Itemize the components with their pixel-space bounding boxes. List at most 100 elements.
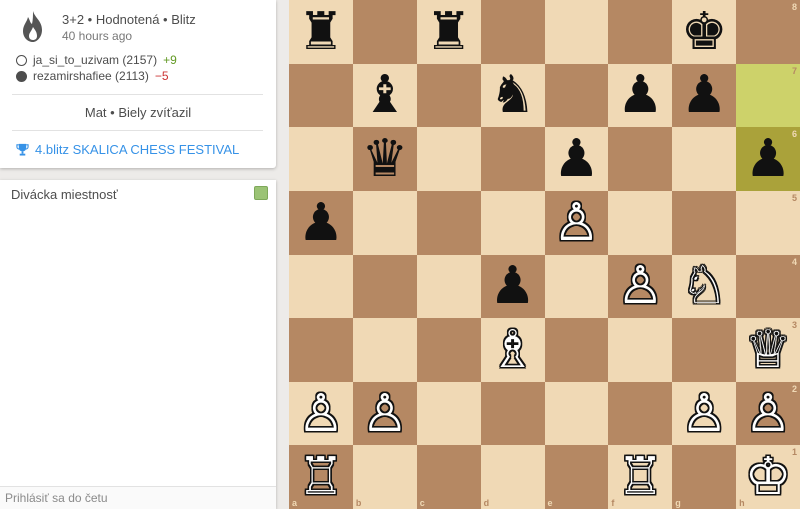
chess-board[interactable]: ♜ ♜ ♚ 8 ♝ ♞ ♟ ♟ 7 ♛ ♟ 6 ♟ ♟ ♙ 5 ♟ ♙ ♘ 4 ♗ 3 ♕ ♙ ♙ ♙ 2 ♙ a ♖ b c d e f ♖ g 1 h ♔ xyxy=(289,0,800,509)
square-d5[interactable] xyxy=(480,190,545,255)
white-knight-icon[interactable]: ♘ xyxy=(681,260,728,312)
square-c5[interactable] xyxy=(416,190,481,255)
black-player-name[interactable]: rezamirshafiee (2113) xyxy=(33,69,149,83)
square-c8[interactable]: ♜ xyxy=(416,0,481,64)
square-d3[interactable]: ♗ xyxy=(480,318,545,382)
square-a2[interactable]: ♙ xyxy=(289,381,353,446)
square-h1[interactable]: 1 h ♔ xyxy=(736,445,800,509)
square-a5[interactable]: ♟ xyxy=(289,190,353,255)
square-c1[interactable]: c xyxy=(416,445,481,509)
square-d7[interactable]: ♞ xyxy=(480,63,545,128)
square-f1[interactable]: f ♖ xyxy=(608,445,673,509)
square-a4[interactable] xyxy=(289,254,353,319)
white-color-icon xyxy=(16,54,27,66)
chat-toggle[interactable] xyxy=(254,186,268,200)
square-g3[interactable] xyxy=(672,318,737,382)
black-pawn-icon[interactable]: ♟ xyxy=(745,133,792,185)
square-d4[interactable]: ♟ xyxy=(480,254,545,319)
square-b6[interactable]: ♛ xyxy=(352,127,417,191)
black-rook-icon[interactable]: ♜ xyxy=(425,6,472,58)
white-pawn-icon[interactable]: ♙ xyxy=(745,388,792,440)
square-h6[interactable]: 6 ♟ xyxy=(736,127,800,191)
square-b8[interactable] xyxy=(352,0,417,64)
square-h5[interactable]: 5 xyxy=(736,190,800,255)
square-f6[interactable] xyxy=(608,127,673,191)
white-king-icon[interactable]: ♔ xyxy=(745,451,792,503)
square-a7[interactable] xyxy=(289,63,353,128)
file-label: a xyxy=(292,498,298,508)
square-e3[interactable] xyxy=(544,318,609,382)
white-pawn-icon[interactable]: ♙ xyxy=(617,260,664,312)
square-e7[interactable] xyxy=(544,63,609,128)
square-c6[interactable] xyxy=(416,127,481,191)
square-f4[interactable]: ♙ xyxy=(608,254,673,319)
square-f2[interactable] xyxy=(608,381,673,446)
square-e5[interactable]: ♙ xyxy=(544,190,609,255)
square-a8[interactable]: ♜ xyxy=(289,0,353,64)
square-g2[interactable]: ♙ xyxy=(672,381,737,446)
square-f7[interactable]: ♟ xyxy=(608,63,673,128)
white-pawn-icon[interactable]: ♙ xyxy=(681,388,728,440)
square-h8[interactable]: 8 xyxy=(736,0,800,64)
black-pawn-icon[interactable]: ♟ xyxy=(617,69,664,121)
square-g7[interactable]: ♟ xyxy=(672,63,737,128)
square-d1[interactable]: d xyxy=(480,445,545,509)
white-queen-icon[interactable]: ♕ xyxy=(745,324,792,376)
white-pawn-icon[interactable]: ♙ xyxy=(362,388,409,440)
square-e1[interactable]: e xyxy=(544,445,609,509)
square-g8[interactable]: ♚ xyxy=(672,0,737,64)
square-h4[interactable]: 4 xyxy=(736,254,800,319)
square-h2[interactable]: 2 ♙ xyxy=(736,381,800,446)
square-e8[interactable] xyxy=(544,0,609,64)
white-bishop-icon[interactable]: ♗ xyxy=(489,324,536,376)
square-g5[interactable] xyxy=(672,190,737,255)
black-queen-icon[interactable]: ♛ xyxy=(362,133,409,185)
white-rook-icon[interactable]: ♖ xyxy=(298,451,345,503)
black-pawn-icon[interactable]: ♟ xyxy=(681,69,728,121)
black-pawn-icon[interactable]: ♟ xyxy=(489,260,536,312)
square-f8[interactable] xyxy=(608,0,673,64)
white-player-name[interactable]: ja_si_to_uzivam (2157) xyxy=(33,53,157,67)
square-c7[interactable] xyxy=(416,63,481,128)
square-g4[interactable]: ♘ xyxy=(672,254,737,319)
square-d6[interactable] xyxy=(480,127,545,191)
square-b5[interactable] xyxy=(352,190,417,255)
square-h7[interactable]: 7 xyxy=(736,63,800,128)
game-type: 3+2 • Hodnotená • Blitz xyxy=(62,12,196,27)
square-e6[interactable]: ♟ xyxy=(544,127,609,191)
square-a3[interactable] xyxy=(289,318,353,382)
chat-input[interactable] xyxy=(0,486,276,509)
black-rook-icon[interactable]: ♜ xyxy=(298,6,345,58)
square-b3[interactable] xyxy=(352,318,417,382)
square-e2[interactable] xyxy=(544,381,609,446)
square-c2[interactable] xyxy=(416,381,481,446)
square-b1[interactable]: b xyxy=(352,445,417,509)
white-player-row[interactable]: ja_si_to_uzivam (2157) +9 xyxy=(16,53,177,67)
square-g1[interactable]: g xyxy=(672,445,737,509)
square-c4[interactable] xyxy=(416,254,481,319)
square-f3[interactable] xyxy=(608,318,673,382)
black-bishop-icon[interactable]: ♝ xyxy=(362,69,409,121)
square-b2[interactable]: ♙ xyxy=(352,381,417,446)
square-h3[interactable]: 3 ♕ xyxy=(736,318,800,382)
square-g6[interactable] xyxy=(672,127,737,191)
black-player-row[interactable]: rezamirshafiee (2113) −5 xyxy=(16,69,169,83)
tournament-name[interactable]: 4.blitz SKALICA CHESS FESTIVAL xyxy=(35,142,239,157)
square-e4[interactable] xyxy=(544,254,609,319)
square-d2[interactable] xyxy=(480,381,545,446)
square-f5[interactable] xyxy=(608,190,673,255)
white-pawn-icon[interactable]: ♙ xyxy=(553,197,600,249)
square-c3[interactable] xyxy=(416,318,481,382)
square-d8[interactable] xyxy=(480,0,545,64)
tournament-link[interactable]: 4.blitz SKALICA CHESS FESTIVAL xyxy=(16,142,239,157)
white-rook-icon[interactable]: ♖ xyxy=(617,451,664,503)
white-pawn-icon[interactable]: ♙ xyxy=(298,388,345,440)
square-b4[interactable] xyxy=(352,254,417,319)
square-b7[interactable]: ♝ xyxy=(352,63,417,128)
square-a6[interactable] xyxy=(289,127,353,191)
square-a1[interactable]: a ♖ xyxy=(289,445,353,509)
black-knight-icon[interactable]: ♞ xyxy=(489,69,536,121)
black-pawn-icon[interactable]: ♟ xyxy=(553,133,600,185)
black-pawn-icon[interactable]: ♟ xyxy=(298,197,345,249)
black-king-icon[interactable]: ♚ xyxy=(681,6,728,58)
